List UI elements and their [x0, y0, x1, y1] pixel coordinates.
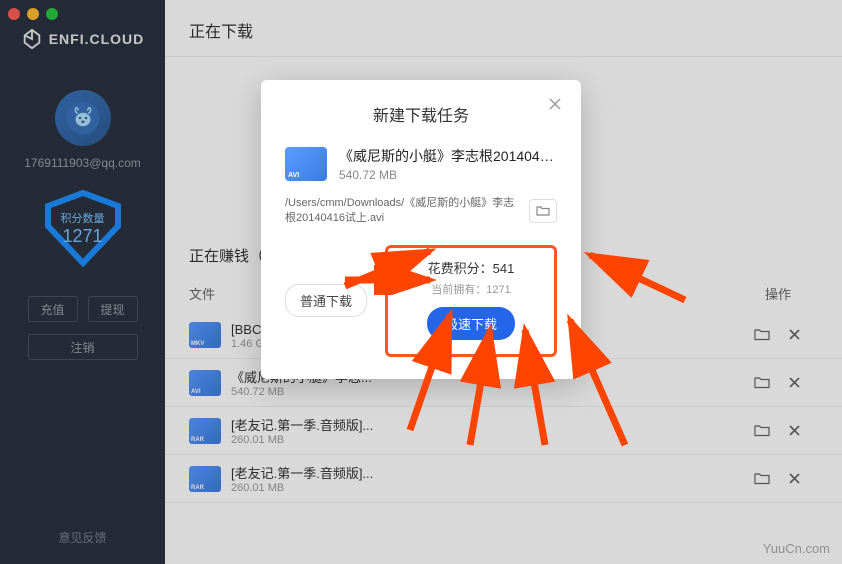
browse-folder-button[interactable]: [529, 199, 557, 223]
download-path: /Users/cmm/Downloads/《威尼斯的小艇》李志根20140416…: [285, 196, 521, 227]
new-download-modal: 新建下载任务 AVI 《威尼斯的小艇》李志根2014041... 540.72 …: [261, 80, 581, 379]
normal-download-button[interactable]: 普通下载: [285, 284, 367, 317]
have-line: 当前拥有：1271: [402, 281, 540, 297]
fast-download-button[interactable]: 极速下载: [427, 307, 515, 340]
modal-file-name: 《威尼斯的小艇》李志根2014041...: [339, 146, 557, 166]
file-type-icon: AVI: [285, 147, 327, 181]
modal-title: 新建下载任务: [285, 102, 557, 126]
modal-file-size: 540.72 MB: [339, 168, 557, 182]
modal-backdrop: 新建下载任务 AVI 《威尼斯的小艇》李志根2014041... 540.72 …: [0, 0, 842, 564]
fast-download-section: 花费积分：541 当前拥有：1271 极速下载: [385, 245, 557, 357]
folder-icon: [536, 205, 550, 217]
cost-line: 花费积分：541: [402, 258, 540, 277]
close-icon[interactable]: [545, 94, 565, 114]
